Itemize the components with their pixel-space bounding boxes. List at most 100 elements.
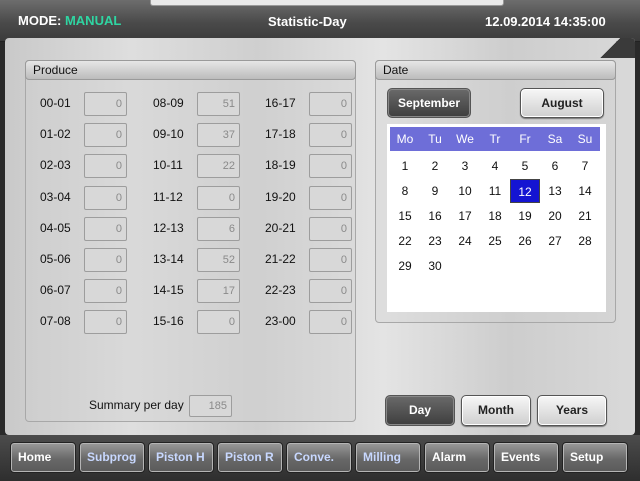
calendar-day[interactable]: 2 bbox=[420, 154, 450, 178]
calendar-day[interactable]: 15 bbox=[390, 204, 420, 228]
period-day-button[interactable]: Day bbox=[385, 395, 455, 426]
hour-value: 52 bbox=[197, 248, 240, 272]
nav-milling-button[interactable]: Milling bbox=[355, 442, 421, 473]
calendar-day[interactable]: 14 bbox=[570, 179, 600, 203]
nav-piston-r-button[interactable]: Piston R bbox=[217, 442, 283, 473]
calendar-day[interactable]: 10 bbox=[450, 179, 480, 203]
calendar-day[interactable]: 7 bbox=[570, 154, 600, 178]
calendar: Mo Tu We Tr Fr Sa Su 1 2 3 4 5 6 7 8 9 10 11 12 13 14 15 16 17… bbox=[387, 124, 606, 312]
page-title: Statistic-Day bbox=[268, 14, 347, 29]
nav-conve-button[interactable]: Conve. bbox=[286, 442, 352, 473]
month-september-button[interactable]: September bbox=[387, 88, 471, 118]
weekday-label: Tu bbox=[428, 132, 442, 146]
produce-title: Produce bbox=[25, 60, 356, 80]
calendar-day[interactable]: 8 bbox=[390, 179, 420, 203]
calendar-day[interactable]: 20 bbox=[540, 204, 570, 228]
hour-value: 22 bbox=[197, 154, 240, 179]
hour-value: 0 bbox=[197, 310, 240, 335]
summary-label: Summary per day bbox=[89, 398, 184, 412]
hour-value: 37 bbox=[197, 123, 240, 148]
header-notch bbox=[150, 0, 504, 6]
calendar-day[interactable]: 18 bbox=[480, 204, 510, 228]
hour-label: 22-23 bbox=[265, 283, 296, 298]
weekday-label: We bbox=[456, 132, 474, 146]
nav-alarm-button[interactable]: Alarm bbox=[424, 442, 490, 473]
mode-label: MODE: bbox=[18, 13, 62, 28]
calendar-day-selected[interactable]: 12 bbox=[510, 179, 540, 203]
calendar-day[interactable]: 16 bbox=[420, 204, 450, 228]
period-years-button[interactable]: Years bbox=[537, 395, 607, 426]
weekday-label: Fr bbox=[519, 132, 531, 146]
mode-indicator: MODE: MANUAL bbox=[18, 13, 121, 28]
summary-value: 185 bbox=[189, 395, 232, 417]
nav-setup-button[interactable]: Setup bbox=[562, 442, 628, 473]
calendar-day[interactable]: 24 bbox=[450, 229, 480, 253]
calendar-day[interactable]: 21 bbox=[570, 204, 600, 228]
hour-value: 17 bbox=[197, 279, 240, 304]
hour-value: 0 bbox=[84, 248, 127, 272]
main-panel: Produce 00-01 0 01-02 0 02-03 0 03-04 0 04-05 0 05… bbox=[5, 38, 635, 435]
hour-value: 51 bbox=[197, 92, 240, 116]
weekday-label: Sa bbox=[547, 132, 563, 146]
calendar-day[interactable]: 6 bbox=[540, 154, 570, 178]
hour-value: 0 bbox=[197, 185, 240, 210]
calendar-day[interactable]: 17 bbox=[450, 204, 480, 228]
hour-value: 6 bbox=[197, 216, 240, 241]
weekday-label: Su bbox=[577, 132, 593, 146]
hour-label: 11-12 bbox=[153, 189, 183, 204]
hour-value: 0 bbox=[84, 92, 127, 116]
hour-value: 0 bbox=[84, 310, 127, 335]
hour-value: 0 bbox=[84, 154, 127, 179]
nav-home-button[interactable]: Home bbox=[10, 442, 76, 473]
weekday-label: Tr bbox=[489, 132, 501, 146]
calendar-day[interactable]: 30 bbox=[420, 254, 450, 278]
hour-label: 03-04 bbox=[40, 189, 71, 204]
month-august-button[interactable]: August bbox=[520, 88, 604, 118]
hour-label: 20-21 bbox=[265, 220, 296, 235]
calendar-day[interactable]: 25 bbox=[480, 229, 510, 253]
calendar-day[interactable]: 9 bbox=[420, 179, 450, 203]
nav-events-button[interactable]: Events bbox=[493, 442, 559, 473]
hour-value: 0 bbox=[309, 185, 352, 210]
calendar-day[interactable]: 28 bbox=[570, 229, 600, 253]
hour-label: 05-06 bbox=[40, 252, 71, 266]
calendar-day[interactable]: 3 bbox=[450, 154, 480, 178]
calendar-day[interactable]: 5 bbox=[510, 154, 540, 178]
calendar-day[interactable]: 26 bbox=[510, 229, 540, 253]
calendar-day[interactable]: 22 bbox=[390, 229, 420, 253]
date-group: Date September August Mo Tu We Tr Fr Sa Su 123… bbox=[375, 60, 616, 323]
nav-piston-h-button[interactable]: Piston H bbox=[148, 442, 214, 473]
hour-label: 13-14 bbox=[153, 252, 184, 266]
hour-value: 0 bbox=[84, 123, 127, 148]
hour-label: 06-07 bbox=[40, 283, 71, 298]
calendar-day[interactable]: 13 bbox=[540, 179, 570, 203]
hour-value: 0 bbox=[84, 185, 127, 210]
hour-value: 0 bbox=[309, 154, 352, 179]
hour-label: 00-01 bbox=[40, 96, 71, 110]
mode-value: MANUAL bbox=[64, 13, 122, 28]
hour-label: 15-16 bbox=[153, 314, 184, 329]
hour-label: 23-00 bbox=[265, 314, 296, 329]
weekday-label: Mo bbox=[396, 132, 414, 146]
hour-label: 21-22 bbox=[265, 252, 296, 266]
calendar-day[interactable]: 19 bbox=[510, 204, 540, 228]
hour-label: 19-20 bbox=[265, 189, 296, 204]
datetime-display: 12.09.2014 14:35:00 bbox=[485, 14, 606, 29]
calendar-day[interactable]: 27 bbox=[540, 229, 570, 253]
calendar-day[interactable]: 1 bbox=[390, 154, 420, 178]
date-title: Date bbox=[375, 60, 616, 80]
hour-value: 0 bbox=[309, 92, 352, 116]
hour-label: 09-10 bbox=[153, 127, 184, 142]
hour-value: 0 bbox=[84, 216, 127, 241]
calendar-day[interactable]: 29 bbox=[390, 254, 420, 278]
nav-subprog-button[interactable]: Subprog bbox=[79, 442, 145, 473]
hour-value: 0 bbox=[309, 279, 352, 304]
period-month-button[interactable]: Month bbox=[461, 395, 531, 426]
calendar-day[interactable]: 23 bbox=[420, 229, 450, 253]
hour-label: 16-17 bbox=[265, 96, 296, 110]
hour-value: 0 bbox=[309, 123, 352, 148]
calendar-day[interactable]: 11 bbox=[480, 179, 510, 203]
hour-label: 18-19 bbox=[265, 158, 296, 173]
calendar-day[interactable]: 4 bbox=[480, 154, 510, 178]
hour-label: 04-05 bbox=[40, 220, 71, 235]
